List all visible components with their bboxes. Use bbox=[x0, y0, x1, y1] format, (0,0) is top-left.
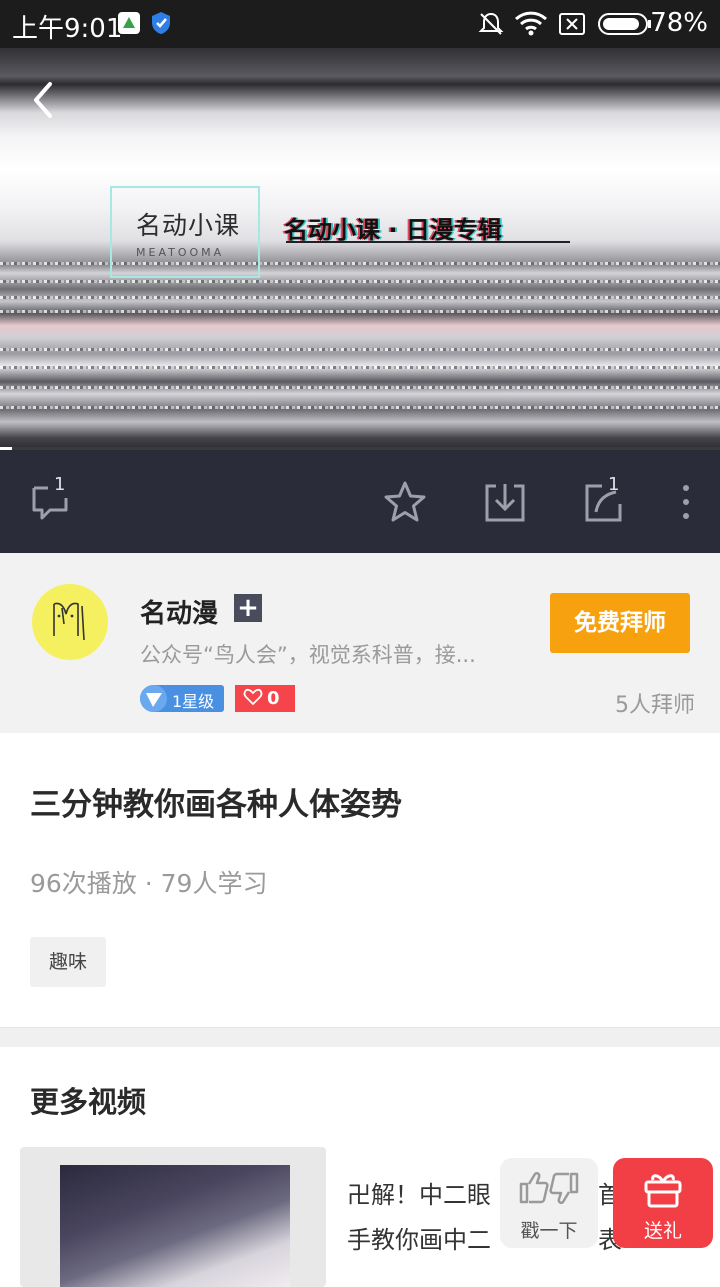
more-videos-heading: 更多视频 bbox=[30, 1085, 147, 1119]
video-headline-underline bbox=[286, 241, 570, 243]
heart-icon bbox=[243, 687, 263, 712]
video-headline: 名动小课 · 日漫专辑 bbox=[284, 216, 502, 244]
poke-button[interactable]: 戳一下 bbox=[500, 1158, 598, 1248]
level-icon bbox=[140, 685, 167, 712]
video-player[interactable]: 名动小课 MEATOOMA 名动小课 · 日漫专辑 bbox=[0, 48, 720, 450]
comment-count: 1 bbox=[54, 474, 66, 495]
course-stats: 96次播放 · 79人学习 bbox=[30, 869, 268, 898]
video-title-line2[interactable]: 手教你画中二 bbox=[347, 1220, 491, 1255]
star-icon[interactable] bbox=[382, 480, 428, 524]
level-text: 1星级 bbox=[172, 692, 215, 711]
more-vertical-icon[interactable] bbox=[668, 480, 704, 524]
share-count: 1 bbox=[608, 474, 620, 495]
wifi-icon bbox=[514, 10, 548, 40]
poke-label: 戳一下 bbox=[520, 1220, 578, 1242]
gift-button[interactable]: 送礼 bbox=[613, 1158, 713, 1248]
video-thumbnail[interactable] bbox=[20, 1147, 326, 1287]
gift-icon bbox=[643, 1170, 683, 1212]
follow-button[interactable]: 免费拜师 bbox=[550, 593, 690, 653]
likes-badge: 0 bbox=[235, 685, 295, 712]
thumbs-icon bbox=[517, 1168, 581, 1212]
share-icon[interactable] bbox=[582, 480, 628, 524]
back-arrow-icon[interactable] bbox=[26, 78, 62, 122]
comment-icon[interactable] bbox=[30, 480, 76, 524]
course-title: 三分钟教你画各种人体姿势 bbox=[30, 787, 402, 823]
likes-count: 0 bbox=[267, 688, 280, 709]
level-badge: 1星级 bbox=[140, 685, 224, 712]
battery-percent: 78% bbox=[650, 8, 708, 38]
video-logo-text: 名动小课 bbox=[136, 211, 241, 240]
status-time: 上午9:01 bbox=[12, 14, 123, 44]
course-detail: 三分钟教你画各种人体姿势 96次播放 · 79人学习 趣味 bbox=[0, 733, 720, 1027]
author-card: 名动漫 + 公众号“鸟人会”，视觉系科普，接... 1星级 0 免费拜师 5人拜… bbox=[0, 553, 720, 733]
author-name[interactable]: 名动漫 bbox=[140, 593, 218, 630]
video-title-line1[interactable]: 卍解！中二眼 bbox=[347, 1175, 491, 1210]
battery-icon bbox=[598, 13, 652, 39]
video-logo-subtext: MEATOOMA bbox=[136, 246, 225, 259]
gift-label: 送礼 bbox=[643, 1220, 682, 1242]
add-icon[interactable]: + bbox=[234, 594, 262, 622]
action-bar: 1 1 bbox=[0, 450, 720, 553]
author-description: 公众号“鸟人会”，视觉系科普，接... bbox=[140, 643, 476, 667]
mute-icon bbox=[478, 11, 504, 41]
download-icon[interactable] bbox=[482, 480, 528, 524]
course-tag[interactable]: 趣味 bbox=[30, 937, 106, 987]
no-sim-icon bbox=[558, 12, 586, 40]
thumbnail-image bbox=[60, 1165, 290, 1287]
avatar[interactable] bbox=[32, 584, 108, 660]
followers-count: 5人拜师 bbox=[615, 693, 695, 718]
app-notification-icon bbox=[118, 12, 140, 34]
shield-icon bbox=[150, 11, 172, 35]
status-bar: 上午9:01 78% bbox=[0, 0, 720, 48]
more-videos-section: 更多视频 卍解！中二眼 首 手教你画中二 表 bbox=[0, 1047, 720, 1287]
section-divider bbox=[0, 1027, 720, 1047]
